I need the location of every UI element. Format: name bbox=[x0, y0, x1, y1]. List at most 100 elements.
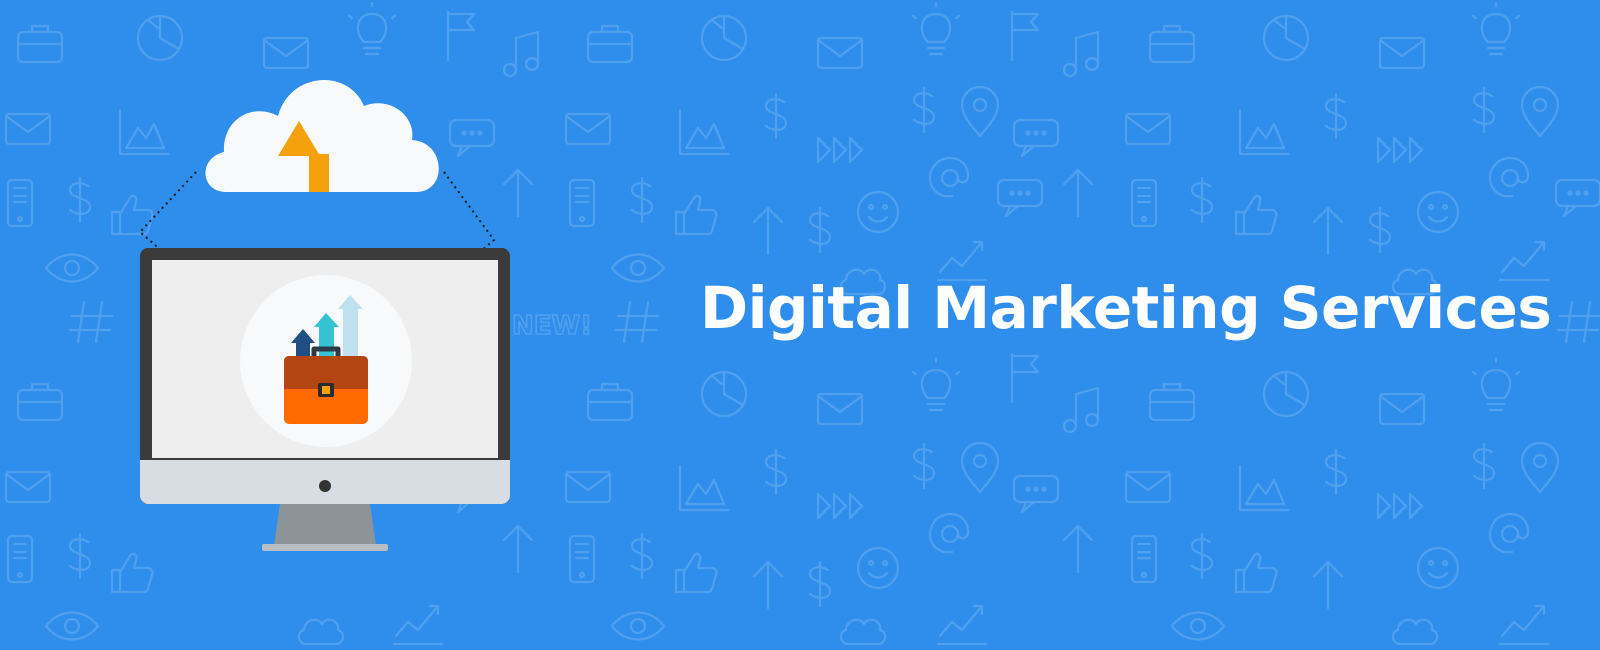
winged-envelope-icon bbox=[4, 470, 52, 504]
trend-chart-icon bbox=[1498, 604, 1550, 646]
smartphone-icon bbox=[568, 534, 596, 584]
pound-icon bbox=[630, 532, 654, 580]
at-sign-icon bbox=[928, 512, 970, 554]
cloud-icon bbox=[839, 618, 887, 646]
briefcase-icon bbox=[1148, 382, 1196, 422]
cloud-icon bbox=[1391, 618, 1439, 646]
mountain-chart-icon bbox=[678, 464, 730, 512]
page-title: Digital Marketing Services bbox=[700, 274, 1552, 342]
mountain-chart-icon bbox=[1238, 108, 1290, 156]
winged-envelope-icon bbox=[564, 470, 612, 504]
pound-icon bbox=[1190, 176, 1214, 224]
yen-icon bbox=[808, 206, 832, 254]
eye-icon bbox=[610, 611, 666, 641]
location-pin-icon bbox=[960, 441, 1000, 494]
pound-icon bbox=[1190, 532, 1214, 580]
smartphone-icon bbox=[568, 178, 596, 228]
briefcase-icon bbox=[16, 24, 64, 64]
cloud-upload-computer-illustration bbox=[138, 80, 510, 551]
pie-chart-icon bbox=[1262, 14, 1310, 62]
email-envelope-icon bbox=[816, 36, 864, 70]
flag-icon bbox=[1010, 10, 1040, 62]
cloud-icon bbox=[297, 618, 345, 646]
email-envelope-icon bbox=[1378, 36, 1426, 70]
eye-icon bbox=[1170, 611, 1226, 641]
lightbulb-icon bbox=[347, 1, 397, 56]
thumbs-up-icon bbox=[1234, 552, 1278, 594]
euro-icon bbox=[1324, 448, 1348, 496]
winged-envelope-icon bbox=[4, 112, 52, 146]
winged-envelope-icon bbox=[1124, 112, 1172, 146]
dollar-icon bbox=[912, 86, 936, 134]
briefcase-icon bbox=[1148, 24, 1196, 64]
yen-icon bbox=[1368, 206, 1392, 254]
smartphone-icon bbox=[6, 178, 34, 228]
up-arrow-icon bbox=[1062, 524, 1094, 574]
pie-chart-icon bbox=[700, 370, 748, 418]
thumbs-up-icon bbox=[674, 194, 718, 236]
dollar-icon bbox=[912, 442, 936, 490]
email-envelope-icon bbox=[816, 392, 864, 426]
lightbulb-icon bbox=[911, 357, 961, 412]
fast-forward-icon bbox=[1376, 136, 1424, 164]
fast-forward-icon bbox=[816, 136, 864, 164]
mountain-chart-icon bbox=[678, 108, 730, 156]
lightbulb-icon bbox=[911, 1, 961, 56]
music-note-icon bbox=[1062, 386, 1100, 434]
cloud-upload-icon bbox=[205, 80, 439, 192]
at-sign-icon bbox=[928, 156, 970, 198]
briefcase-icon bbox=[586, 24, 634, 64]
smiley-icon bbox=[1416, 190, 1460, 234]
flag-icon bbox=[1010, 352, 1040, 404]
location-pin-icon bbox=[1520, 85, 1560, 138]
location-pin-icon bbox=[1520, 441, 1560, 494]
smartphone-icon bbox=[6, 534, 34, 584]
trend-chart-icon bbox=[392, 604, 444, 646]
chat-bubble-icon bbox=[1554, 178, 1600, 218]
email-envelope-icon bbox=[1378, 392, 1426, 426]
mountain-chart-icon bbox=[1238, 464, 1290, 512]
pound-icon bbox=[68, 532, 92, 580]
thumbs-up-icon bbox=[674, 552, 718, 594]
at-sign-icon bbox=[1488, 512, 1530, 554]
yen-icon bbox=[808, 560, 832, 608]
pound-icon bbox=[68, 176, 92, 224]
smartphone-icon bbox=[1130, 178, 1158, 228]
hashtag-icon bbox=[68, 300, 114, 344]
chat-bubble-icon bbox=[1012, 474, 1060, 514]
lightbulb-icon bbox=[1471, 357, 1521, 412]
digital-marketing-banner: NEW! Digital Marketing Services bbox=[0, 0, 1600, 650]
trend-chart-icon bbox=[936, 604, 988, 646]
pound-icon bbox=[630, 176, 654, 224]
eye-icon bbox=[44, 253, 100, 283]
fast-forward-icon bbox=[816, 492, 864, 520]
location-pin-icon bbox=[960, 85, 1000, 138]
up-arrow-icon bbox=[752, 560, 784, 610]
briefcase-icon bbox=[586, 382, 634, 422]
lightbulb-icon bbox=[1471, 1, 1521, 56]
euro-icon bbox=[1324, 92, 1348, 140]
smiley-icon bbox=[856, 546, 900, 590]
winged-envelope-icon bbox=[564, 112, 612, 146]
briefcase-icon bbox=[16, 382, 64, 422]
pie-chart-icon bbox=[700, 14, 748, 62]
smartphone-icon bbox=[1130, 534, 1158, 584]
chat-bubble-icon bbox=[1012, 118, 1060, 158]
up-arrow-icon bbox=[1312, 206, 1344, 256]
thumbs-up-icon bbox=[1234, 194, 1278, 236]
hashtag-icon bbox=[1556, 300, 1600, 344]
music-note-icon bbox=[1062, 30, 1100, 78]
briefcase-icon bbox=[284, 346, 368, 424]
dollar-icon bbox=[1472, 86, 1496, 134]
up-arrow-icon bbox=[1312, 560, 1344, 610]
winged-envelope-icon bbox=[1124, 470, 1172, 504]
fast-forward-icon bbox=[1376, 492, 1424, 520]
at-sign-icon bbox=[1488, 156, 1530, 198]
eye-icon bbox=[610, 253, 666, 283]
smiley-icon bbox=[1416, 546, 1460, 590]
smiley-icon bbox=[856, 190, 900, 234]
eye-icon bbox=[44, 611, 100, 641]
up-arrow-icon bbox=[1062, 168, 1094, 218]
pie-chart-icon bbox=[1262, 370, 1310, 418]
dollar-icon bbox=[1472, 442, 1496, 490]
